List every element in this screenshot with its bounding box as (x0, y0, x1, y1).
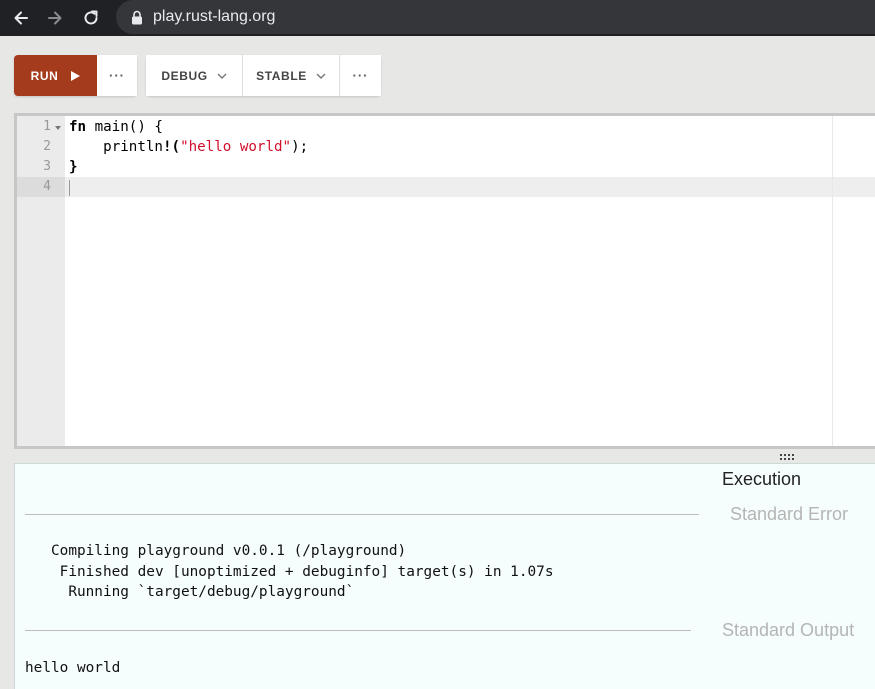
stderr-line: Compiling playground v0.0.1 (/playground… (25, 543, 407, 559)
execution-title: Execution (722, 469, 802, 489)
brace-token: } (69, 159, 78, 175)
stdout-line: hello world (25, 660, 121, 676)
line-number: 3 (43, 159, 51, 174)
stderr-divider (25, 514, 699, 515)
mode-dropdown[interactable]: DEBUG (146, 55, 243, 96)
reload-icon[interactable] (80, 7, 102, 29)
url-text: play.rust-lang.org (153, 8, 276, 25)
run-label: RUN (30, 68, 59, 83)
keyword-token: fn (69, 119, 87, 135)
mode-label: DEBUG (161, 68, 208, 83)
config-more-button[interactable]: ··· (340, 55, 381, 96)
back-arrow-icon[interactable] (10, 7, 32, 29)
channel-label: STABLE (256, 68, 307, 83)
code-line: fn main() { (69, 117, 163, 137)
run-button[interactable]: RUN (14, 55, 97, 96)
active-line-highlight (17, 177, 875, 197)
code-token: ); (291, 139, 309, 155)
code-token: main() { (86, 119, 163, 135)
text-cursor (69, 180, 70, 196)
play-icon (71, 70, 81, 81)
chevron-down-icon (217, 73, 227, 79)
stdout-label: Standard Output (722, 620, 855, 640)
advanced-options-button[interactable]: ··· (97, 55, 137, 96)
stderr-label: Standard Error (730, 504, 849, 524)
forward-arrow-icon[interactable] (44, 7, 66, 29)
code-editor[interactable]: 1 2 3 4 fn main() { println!("hello worl… (14, 113, 875, 449)
fold-arrow-icon[interactable] (55, 126, 61, 130)
code-line: println!("hello world"); (69, 137, 308, 157)
paren-token: ( (171, 139, 181, 155)
resize-grip-icon[interactable] (780, 454, 796, 460)
chevron-down-icon (316, 73, 326, 79)
code-line: } (69, 157, 78, 177)
macro-bang-token: ! (162, 139, 172, 155)
browser-toolbar: play.rust-lang.org (0, 0, 875, 36)
stdout-divider (25, 630, 691, 631)
line-number: 1 (43, 119, 51, 134)
string-token: "hello world" (180, 139, 292, 155)
config-button-group: DEBUG STABLE ··· (146, 55, 381, 96)
code-token: println (69, 139, 163, 155)
line-number: 2 (43, 139, 51, 154)
address-bar[interactable]: play.rust-lang.org (116, 0, 875, 34)
channel-dropdown[interactable]: STABLE (243, 55, 340, 96)
line-number: 4 (43, 179, 51, 194)
stderr-line: Running `target/debug/playground` (25, 584, 355, 600)
stderr-line: Finished dev [unoptimized + debuginfo] t… (25, 563, 554, 580)
output-panel: Execution Standard Error Compiling playg… (14, 463, 875, 689)
print-margin (832, 116, 833, 446)
run-button-group: RUN ··· (14, 55, 137, 96)
lock-icon[interactable] (130, 10, 144, 25)
